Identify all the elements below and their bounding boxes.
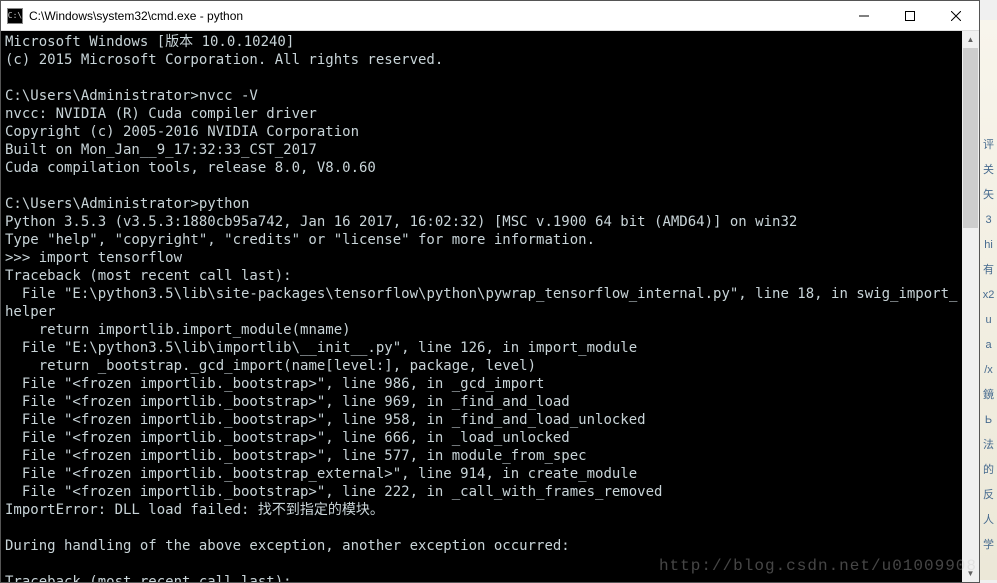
window-controls — [841, 1, 979, 30]
scroll-down-arrow[interactable]: ▼ — [962, 565, 979, 582]
cmd-icon: C:\ — [7, 8, 23, 24]
side-panel-item[interactable]: 反 — [983, 490, 994, 501]
side-panel-item[interactable]: 的 — [983, 465, 994, 476]
close-button[interactable] — [933, 1, 979, 30]
side-panel-item[interactable]: hi — [984, 240, 993, 251]
side-panel-item[interactable]: Ь — [985, 415, 992, 426]
side-panel-item[interactable]: 学 — [983, 540, 994, 551]
side-panel-item[interactable]: 法 — [983, 440, 994, 451]
minimize-button[interactable] — [841, 1, 887, 30]
scroll-thumb[interactable] — [963, 48, 978, 228]
side-panel-item[interactable]: 关 — [983, 165, 994, 176]
titlebar[interactable]: C:\ C:\Windows\system32\cmd.exe - python — [1, 1, 979, 31]
side-panel-item[interactable]: 矢 — [983, 190, 994, 201]
browser-side-panel: 评关矢 3 hi 有 x2 u a/x 鏡 Ь 法的反人学 — [980, 20, 997, 580]
side-panel-item[interactable]: 评 — [983, 140, 994, 151]
side-panel-item[interactable]: u — [985, 315, 991, 326]
maximize-button[interactable] — [887, 1, 933, 30]
maximize-icon — [905, 11, 915, 21]
minimize-icon — [859, 11, 869, 21]
side-panel-item[interactable]: 人 — [983, 515, 994, 526]
scroll-up-arrow[interactable]: ▲ — [962, 31, 979, 48]
window-title: C:\Windows\system32\cmd.exe - python — [29, 9, 841, 23]
terminal-container: Microsoft Windows [版本 10.0.10240] (c) 20… — [1, 31, 979, 582]
terminal-output[interactable]: Microsoft Windows [版本 10.0.10240] (c) 20… — [1, 31, 962, 582]
vertical-scrollbar[interactable]: ▲ ▼ — [962, 31, 979, 582]
cmd-window: C:\ C:\Windows\system32\cmd.exe - python… — [0, 0, 980, 583]
side-panel-item[interactable]: x2 — [983, 290, 995, 301]
side-panel-item[interactable]: 有 — [983, 265, 994, 276]
side-panel-item[interactable]: 鏡 — [983, 390, 994, 401]
close-icon — [951, 11, 961, 21]
side-panel-item[interactable]: /x — [984, 365, 993, 376]
side-panel-item[interactable]: a — [985, 340, 991, 351]
side-panel-item[interactable]: 3 — [985, 215, 991, 226]
